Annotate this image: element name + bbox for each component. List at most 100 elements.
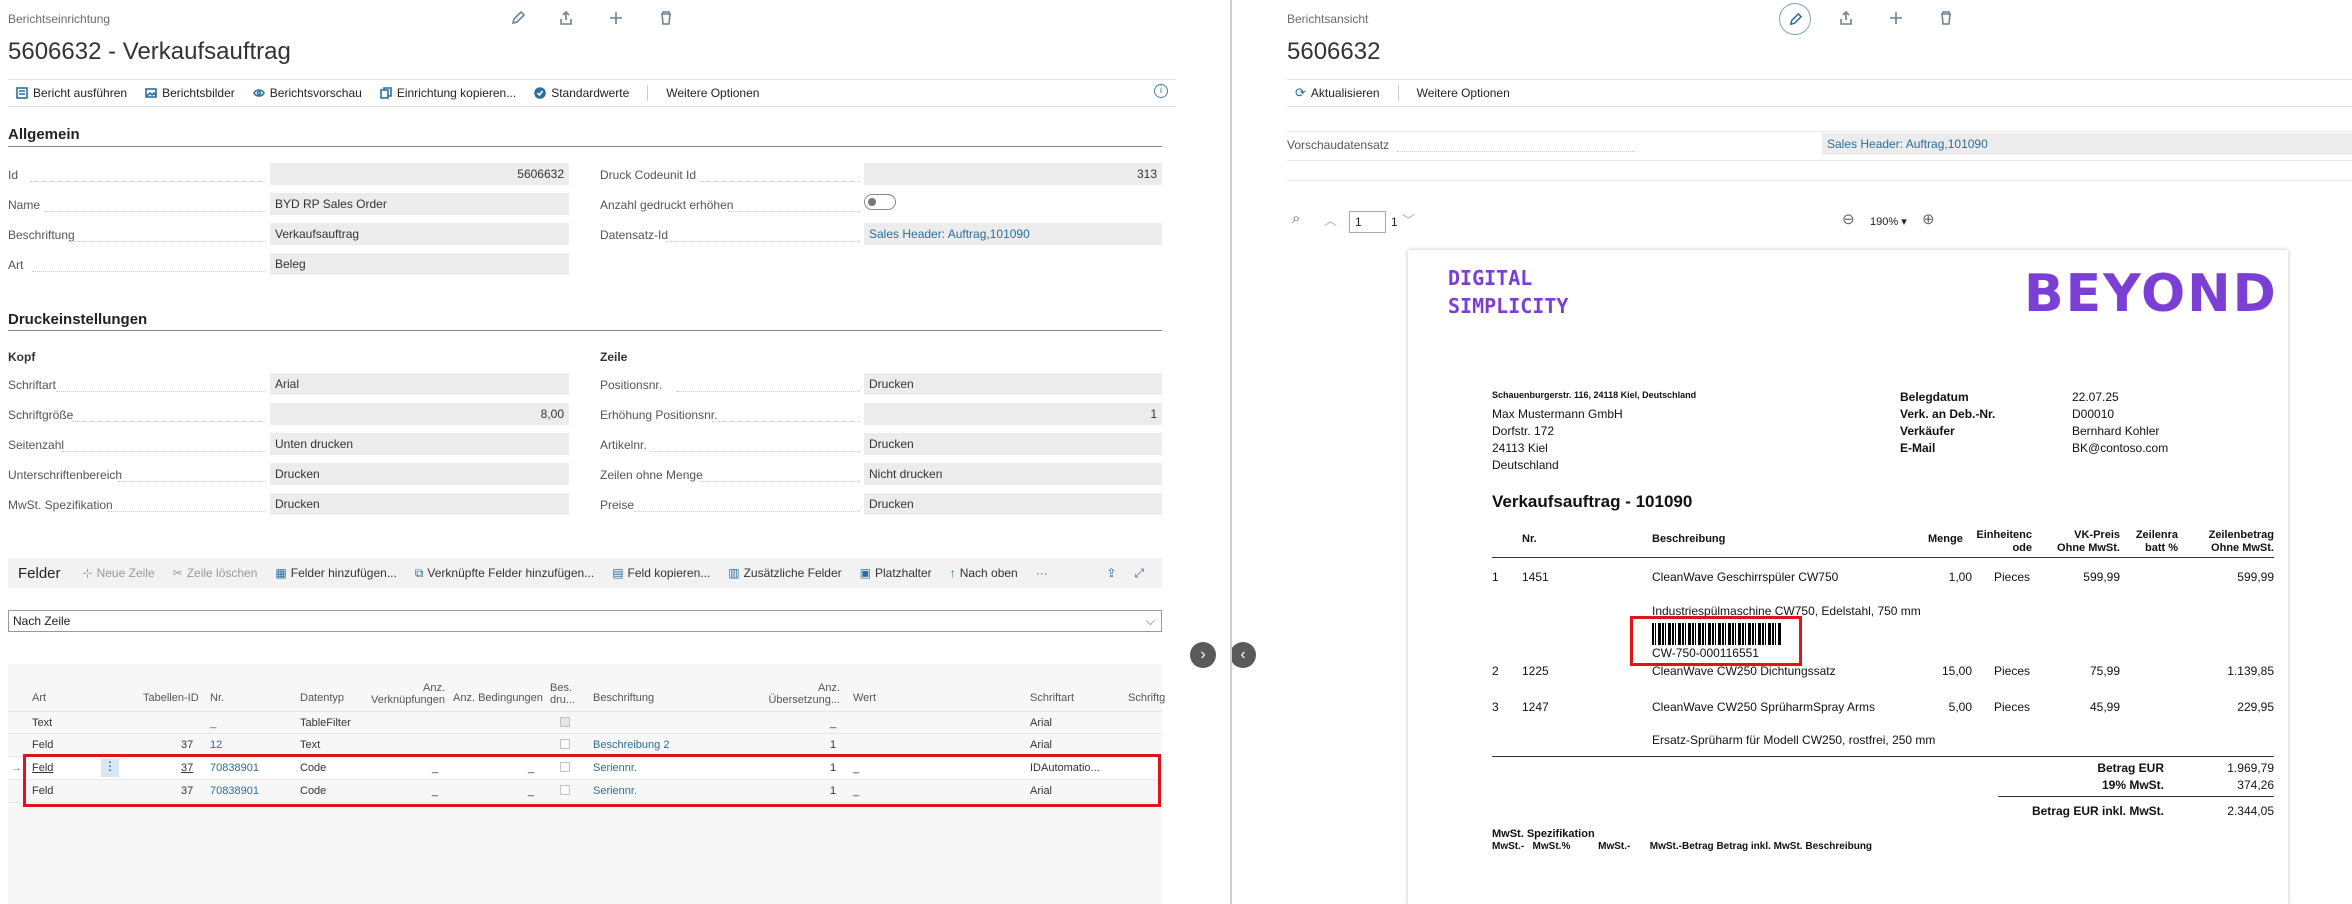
chevron-up-icon[interactable]: ︿ bbox=[1324, 210, 1337, 229]
copy-field-button[interactable]: ▤ Feld kopieren... bbox=[612, 566, 710, 580]
sender-line: Schauenburgerstr. 116, 24118 Kiel, Deuts… bbox=[1492, 390, 1697, 400]
additional-fields-button[interactable]: ▥ Zusätzliche Felder bbox=[728, 566, 841, 580]
move-up-button[interactable]: ↑ Nach oben bbox=[950, 566, 1018, 580]
col-header-datatype[interactable]: Datentyp bbox=[300, 692, 344, 704]
line-amount: 1.139,85 bbox=[2227, 664, 2274, 678]
run-report-button[interactable]: Bericht ausführen bbox=[16, 86, 127, 100]
special-print-checkbox[interactable] bbox=[560, 739, 570, 749]
item-no-label: Artikelnr. bbox=[600, 438, 647, 452]
defaults-label: Standardwerte bbox=[551, 86, 630, 100]
placeholder-button[interactable]: ▣ Platzhalter bbox=[860, 566, 932, 580]
page-number-field[interactable]: Unten drucken bbox=[270, 433, 569, 455]
col-header-links[interactable]: Anz. Verknüpfungen bbox=[370, 682, 445, 706]
add-linked-fields-button[interactable]: ⧉ Verknüpfte Felder hinzufügen... bbox=[415, 566, 594, 581]
preview-record-label: Vorschaudatensatz bbox=[1287, 138, 1390, 152]
chevron-right-icon[interactable]: › bbox=[1190, 642, 1216, 668]
cell-no[interactable]: 12 bbox=[210, 739, 222, 751]
caption-field[interactable]: Verkaufsauftrag bbox=[270, 223, 569, 245]
report-page: DIGITAL SIMPLICITY BEYOND Schauenburgers… bbox=[1408, 250, 2288, 904]
position-no-field[interactable]: Drucken bbox=[864, 373, 1162, 395]
view-filter-select[interactable]: Nach Zeile ⌵ bbox=[8, 610, 1162, 632]
table-row[interactable]: Text _ TableFilter _ Arial bbox=[8, 711, 1162, 734]
col-header-no[interactable]: Nr. bbox=[210, 692, 224, 704]
run-report-label: Bericht ausführen bbox=[33, 86, 128, 100]
type-label: Art bbox=[8, 258, 24, 272]
lines-without-qty-field[interactable]: Nicht drucken bbox=[864, 463, 1162, 485]
col-header-caption[interactable]: Beschriftung bbox=[593, 692, 654, 704]
new-line-button[interactable]: ⊹ Neue Zeile bbox=[83, 566, 155, 580]
increase-print-count-toggle[interactable] bbox=[864, 194, 896, 210]
signature-area-field[interactable]: Drucken bbox=[270, 463, 569, 485]
font-size-field[interactable]: 8,00 bbox=[270, 403, 569, 425]
section-general-heading[interactable]: Allgemein bbox=[8, 126, 80, 143]
info-icon[interactable]: i bbox=[1154, 84, 1168, 98]
cell-translations[interactable]: 1 bbox=[830, 739, 836, 751]
address-line: Max Mustermann GmbH bbox=[1492, 407, 1623, 421]
report-images-button[interactable]: Berichtsbilder bbox=[145, 86, 235, 100]
defaults-button[interactable]: Standardwerte bbox=[534, 86, 629, 100]
add-icon[interactable] bbox=[603, 5, 629, 31]
delete-icon[interactable] bbox=[653, 5, 679, 31]
more-options-button[interactable]: Weitere Optionen bbox=[666, 86, 759, 100]
zoom-in-icon[interactable]: ⊕ bbox=[1922, 210, 1935, 228]
name-field[interactable]: BYD RP Sales Order bbox=[270, 193, 569, 215]
special-print-checkbox[interactable] bbox=[560, 717, 570, 727]
preview-record-field[interactable]: Sales Header: Auftrag,101090 bbox=[1822, 133, 2352, 155]
expand-icon[interactable]: ⤢ bbox=[1134, 566, 1144, 581]
copy-setup-button[interactable]: Einrichtung kopieren... bbox=[380, 86, 516, 100]
share-icon[interactable] bbox=[1833, 5, 1859, 31]
col-header-translations[interactable]: Anz. Übersetzung... bbox=[760, 682, 840, 706]
item-no-field[interactable]: Drucken bbox=[864, 433, 1162, 455]
cell-no[interactable]: _ bbox=[210, 717, 216, 729]
document-heading: Verkaufsauftrag - 101090 bbox=[1492, 492, 1693, 511]
cell-datatype: Text bbox=[300, 739, 321, 751]
id-label: Id bbox=[8, 168, 19, 182]
col-header-font-size[interactable]: Schriftg bbox=[1128, 692, 1165, 704]
refresh-button[interactable]: ⟳ Aktualisieren bbox=[1295, 85, 1380, 101]
more-actions-button[interactable]: ··· bbox=[1036, 566, 1048, 580]
dotted-leader bbox=[44, 211, 266, 212]
add-fields-button[interactable]: ▦ Felder hinzufügen... bbox=[275, 566, 396, 580]
report-preview-button[interactable]: Berichtsvorschau bbox=[252, 86, 362, 100]
vat-spec-field[interactable]: Drucken bbox=[270, 493, 569, 515]
edit-icon[interactable] bbox=[505, 5, 531, 31]
line-extra: Ersatz-Sprüharm für Modell CW250, rostfr… bbox=[1652, 733, 1936, 747]
zoom-out-icon[interactable]: ⊖ bbox=[1842, 210, 1855, 228]
more-options-button[interactable]: Weitere Optionen bbox=[1417, 86, 1510, 100]
search-icon[interactable]: ⌕ bbox=[1292, 210, 1300, 227]
share-icon[interactable]: ⇪ bbox=[1106, 566, 1116, 580]
position-increment-field[interactable]: 1 bbox=[864, 403, 1162, 425]
more-options-label: Weitere Optionen bbox=[666, 86, 760, 100]
line-qty: 15,00 bbox=[1941, 664, 1972, 678]
delete-line-button[interactable]: ✂ Zeile löschen bbox=[173, 566, 258, 580]
dotted-leader bbox=[56, 391, 266, 392]
fields-part-title[interactable]: Felder bbox=[18, 565, 61, 582]
cell-translations[interactable]: _ bbox=[830, 717, 836, 729]
col-header-value[interactable]: Wert bbox=[853, 692, 876, 704]
add-icon[interactable] bbox=[1883, 5, 1909, 31]
delete-line-label: Zeile löschen bbox=[186, 566, 258, 580]
edit-icon[interactable] bbox=[1779, 3, 1811, 35]
cell-caption[interactable]: Beschreibung 2 bbox=[593, 739, 669, 751]
col-header-table-id[interactable]: Tabellen-ID bbox=[143, 692, 199, 704]
print-codeunit-field[interactable]: 313 bbox=[864, 163, 1162, 185]
section-print-heading[interactable]: Druckeinstellungen bbox=[8, 311, 147, 328]
page-number-input[interactable]: 1 bbox=[1349, 211, 1386, 233]
id-field[interactable]: 5606632 bbox=[270, 163, 569, 185]
line-unit: Pieces bbox=[1994, 700, 2031, 714]
col-header-special-print[interactable]: Bes. dru... bbox=[550, 682, 580, 706]
share-icon[interactable] bbox=[553, 5, 579, 31]
col-header-conditions[interactable]: Anz. Bedingungen bbox=[453, 692, 543, 704]
font-field[interactable]: Arial bbox=[270, 373, 569, 395]
chevron-left-icon[interactable]: ‹ bbox=[1232, 642, 1256, 668]
print-codeunit-label: Druck Codeunit Id bbox=[600, 168, 697, 182]
col-header-type[interactable]: Art bbox=[32, 692, 46, 704]
cell-font: Arial bbox=[1030, 739, 1053, 751]
col-header-font[interactable]: Schriftart bbox=[1030, 692, 1074, 704]
chevron-down-icon[interactable]: ﹀ bbox=[1402, 210, 1415, 229]
delete-icon[interactable] bbox=[1933, 5, 1959, 31]
zoom-select[interactable]: 190% ▾ bbox=[1870, 215, 1907, 228]
type-field[interactable]: Beleg bbox=[270, 253, 569, 275]
record-id-field[interactable]: Sales Header: Auftrag,101090 bbox=[864, 223, 1162, 245]
prices-field[interactable]: Drucken bbox=[864, 493, 1162, 515]
